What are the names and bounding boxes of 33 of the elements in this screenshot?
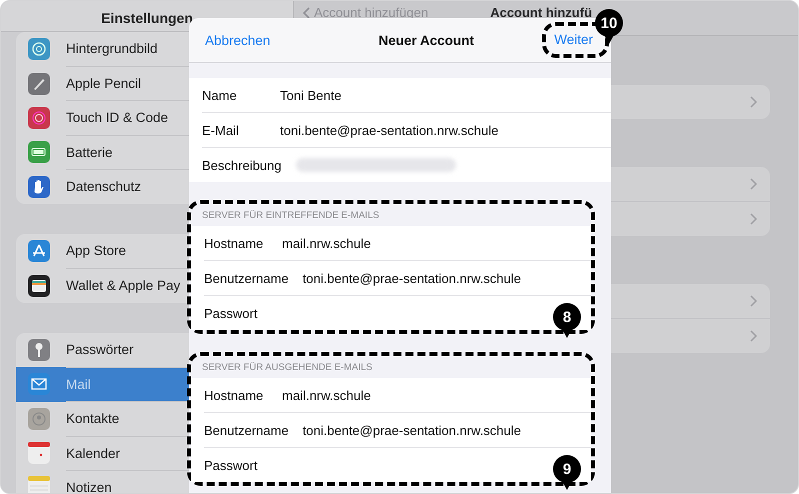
pencil-icon xyxy=(28,72,50,95)
chevron-icon xyxy=(750,295,758,307)
input-field[interactable]: toni.bente@prae-sentation.nrw.schule xyxy=(302,270,522,286)
chevron-icon xyxy=(750,330,758,342)
pane-title: Account hinzufü xyxy=(490,5,592,20)
input-field[interactable]: toni.bente@prae-sentation.nrw.schule xyxy=(302,422,522,438)
battery-icon xyxy=(28,141,50,164)
chevron-icon xyxy=(750,178,758,190)
calendar-icon xyxy=(28,442,50,464)
field-label: Name xyxy=(202,88,238,102)
key-icon xyxy=(28,338,50,361)
back-chevron-icon xyxy=(302,6,310,18)
chevron-icon xyxy=(750,96,758,108)
chevron-icon xyxy=(750,213,758,225)
field-label: Hostname xyxy=(204,236,264,250)
input-field[interactable]: Toni Bente xyxy=(280,88,342,102)
section-header: SERVER FÜR EINTREFFENDE E-MAILS xyxy=(202,210,380,220)
dialog-title: Neuer Account xyxy=(378,32,474,48)
field-label: Benutzername xyxy=(204,422,289,438)
field-label: E-Mail xyxy=(202,122,240,138)
field-label: Passwort xyxy=(204,306,258,320)
field-label: Hostname xyxy=(204,388,264,402)
app-icon xyxy=(28,240,50,262)
person-icon xyxy=(28,408,50,430)
wallet-icon xyxy=(28,274,50,297)
envelope-icon xyxy=(28,373,50,396)
field-label: Beschreibung xyxy=(202,158,282,172)
input-field[interactable]: toni.bente@prae-sentation.nrw.schule xyxy=(280,122,498,138)
cancel-button[interactable]: Abbrechen xyxy=(205,32,270,48)
hand-icon xyxy=(28,176,50,198)
field-label: Benutzername xyxy=(204,270,289,286)
field-label: Passwort xyxy=(204,458,258,472)
input-field[interactable]: mail.nrw.schule xyxy=(282,236,371,250)
